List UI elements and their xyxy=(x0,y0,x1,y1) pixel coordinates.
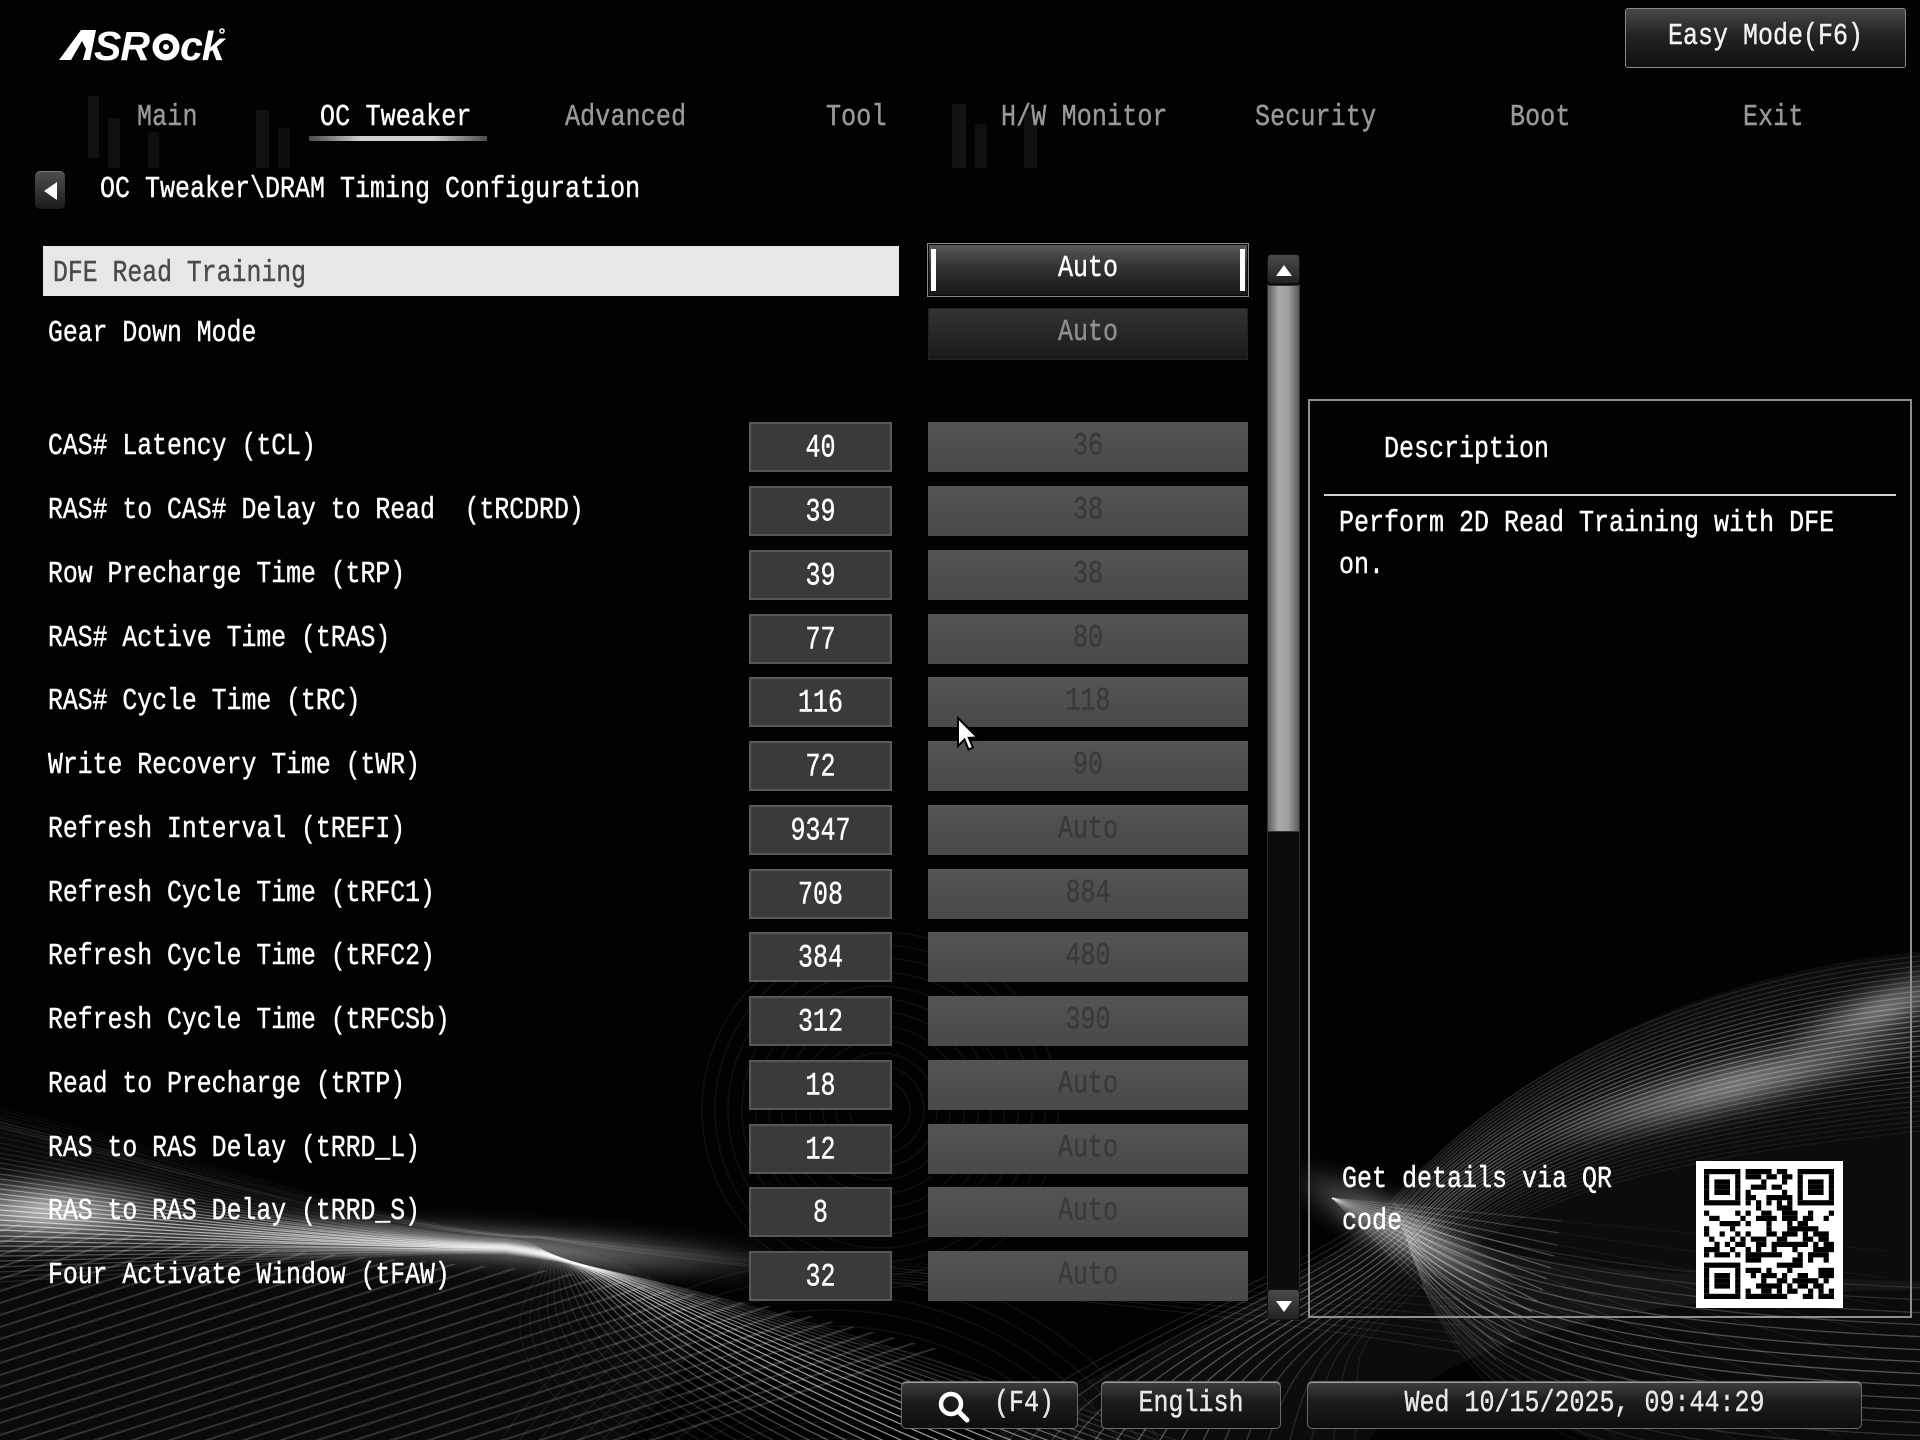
svg-text:SR: SR xyxy=(94,23,150,69)
